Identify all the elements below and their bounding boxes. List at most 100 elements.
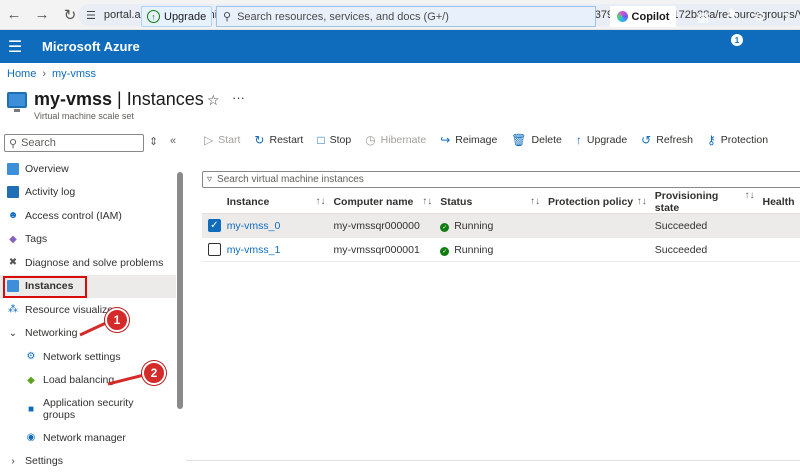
sort-icon[interactable]: ↑↓ [422,196,432,208]
sidebar-item-network-manager[interactable]: ◉ Network manager [0,426,176,450]
blade-title: Instances [127,89,204,110]
reimage-button[interactable]: ↪Reimage [440,133,497,147]
status-cell: ✓Running [440,220,493,232]
sidebar-item-overview[interactable]: Overview [0,157,176,181]
sidebar-nav: Overview Activity log ☻ Access control (… [0,157,176,473]
sidebar-scrollbar[interactable] [177,172,183,409]
menu-icon[interactable]: ☰ [4,37,26,57]
favorite-star-icon[interactable]: ☆ [207,92,220,109]
instance-link[interactable]: my-vmss_0 [227,220,281,232]
protection-button[interactable]: ⚷Protection [707,133,768,147]
more-options-icon[interactable]: ··· [232,90,245,105]
stop-icon: □ [317,133,324,147]
copilot-label: Copilot [632,11,670,23]
sidebar-item-settings[interactable]: › Settings [0,450,176,473]
help-icon[interactable]: ? [777,8,795,26]
sidebar-search-input[interactable]: ⚲ Search [4,134,144,152]
sort-icon[interactable]: ↑↓ [744,190,754,214]
refresh-button[interactable]: ↺Refresh [641,133,693,147]
upgrade-instances-label: Upgrade [587,134,627,146]
notifications-bell-icon[interactable]: 🕭 [723,8,741,26]
brand-title[interactable]: Microsoft Azure [42,39,140,54]
column-computer-name[interactable]: Computer name↑↓ [333,196,440,208]
computer-name-cell: my-vmssqr000000 [333,220,419,232]
column-protection-policy[interactable]: Protection policy ↑↓ [548,196,655,208]
hibernate-button[interactable]: ◷ Hibernate [365,133,426,147]
hibernate-label: Hibernate [381,134,427,146]
content-divider [186,460,800,461]
reimage-label: Reimage [455,134,497,146]
provisioning-state-cell: Succeeded [655,244,708,256]
sidebar-item-label: Access control (IAM) [25,210,122,222]
restart-button[interactable]: ↻Restart [254,133,303,147]
sidebar-item-label: Resource visualizer [25,304,117,316]
start-button[interactable]: ▷Start [204,133,240,147]
network-settings-icon: ⚙ [25,351,37,363]
sidebar-item-resource-visualizer[interactable]: ⁂ Resource visualizer [0,298,176,322]
sidebar-item-app-security-groups[interactable]: ■ Application security groups [0,392,176,426]
wrench-icon: ✖ [7,257,19,269]
page-title: my-vmss | Instances [7,89,204,110]
table-row[interactable]: ✓ my-vmss_0 my-vmssqr000000 ✓Running Suc… [202,214,800,238]
overview-icon [7,163,19,175]
sidebar-item-networking[interactable]: ⌄ Networking [0,322,176,346]
settings-gear-icon[interactable]: ⚙ [751,8,769,26]
instance-link[interactable]: my-vmss_1 [227,244,281,256]
breadcrumb-current[interactable]: my-vmss [52,68,96,80]
provisioning-state-cell: Succeeded [655,220,708,232]
instance-search-input[interactable]: ▿ Search virtual machine instances [202,171,800,188]
hibernate-icon: ◷ [365,133,375,147]
copilot-button[interactable]: Copilot [610,6,676,27]
column-label: Health [762,196,794,208]
status-text: Running [454,220,493,232]
column-label: Protection policy [548,196,633,208]
delete-label: Delete [532,134,562,146]
load-balancer-icon: ◆ [25,374,37,386]
upgrade-instances-button[interactable]: ↑ Upgrade [576,133,627,147]
sidebar-item-label: Tags [25,233,47,245]
up-arrow-icon: ↑ [576,133,582,147]
sidebar-item-diagnose[interactable]: ✖ Diagnose and solve problems [0,251,176,275]
instances-highlight-box [3,276,87,298]
callout-badge-2: 2 [142,361,166,385]
row-checkbox[interactable] [208,243,221,256]
table-row[interactable]: my-vmss_1 my-vmssqr000001 ✓Running Succe… [202,238,800,262]
copilot-icon [617,11,628,22]
upgrade-button[interactable]: ↑ Upgrade [141,6,212,27]
sidebar-item-tags[interactable]: ◆ Tags [0,228,176,252]
breadcrumb-home[interactable]: Home [7,68,36,80]
sidebar-item-access-control[interactable]: ☻ Access control (IAM) [0,204,176,228]
sidebar-item-label: Network settings [43,351,121,363]
row-checkbox[interactable]: ✓ [208,219,221,232]
delete-button[interactable]: 🗑Delete [511,133,562,147]
site-settings-icon[interactable]: ☰ [86,9,96,22]
global-search-input[interactable]: ⚲ Search resources, services, and docs (… [216,6,596,27]
expand-collapse-icon[interactable]: ⇕ [149,135,158,148]
column-instance[interactable]: Instance↑↓ [227,196,334,208]
column-health[interactable]: Health [762,196,800,208]
security-group-icon: ■ [25,403,37,415]
resource-name: my-vmss [34,89,112,110]
status-cell: ✓Running [440,244,493,256]
column-provisioning-state[interactable]: Provisioning state↑↓ [655,190,763,214]
computer-name-cell: my-vmssqr000001 [333,244,419,256]
global-search-placeholder: Search resources, services, and docs (G+… [237,11,449,23]
back-arrow-icon[interactable]: ← [0,0,28,30]
running-check-icon: ✓ [440,247,449,256]
sort-icon[interactable]: ↑↓ [315,196,325,208]
resource-visualizer-icon: ⁂ [7,304,19,316]
forward-arrow-icon[interactable]: → [28,0,56,30]
stop-button[interactable]: □Stop [317,133,351,147]
cloud-shell-icon[interactable]: ▩ [694,8,712,26]
restart-icon: ↻ [254,133,264,147]
collapse-sidebar-icon[interactable]: « [170,135,176,147]
upgrade-arrow-icon: ↑ [147,10,160,23]
callout-badge-1: 1 [105,308,129,332]
sort-icon[interactable]: ↑↓ [637,196,647,208]
sidebar-item-label: Diagnose and solve problems [25,257,163,269]
sidebar-item-activity-log[interactable]: Activity log [0,181,176,205]
instance-search-placeholder: Search virtual machine instances [217,174,364,185]
column-status[interactable]: Status↑↓ [440,196,548,208]
sort-icon[interactable]: ↑↓ [530,196,540,208]
azure-header: ☰ Microsoft Azure [0,30,800,63]
